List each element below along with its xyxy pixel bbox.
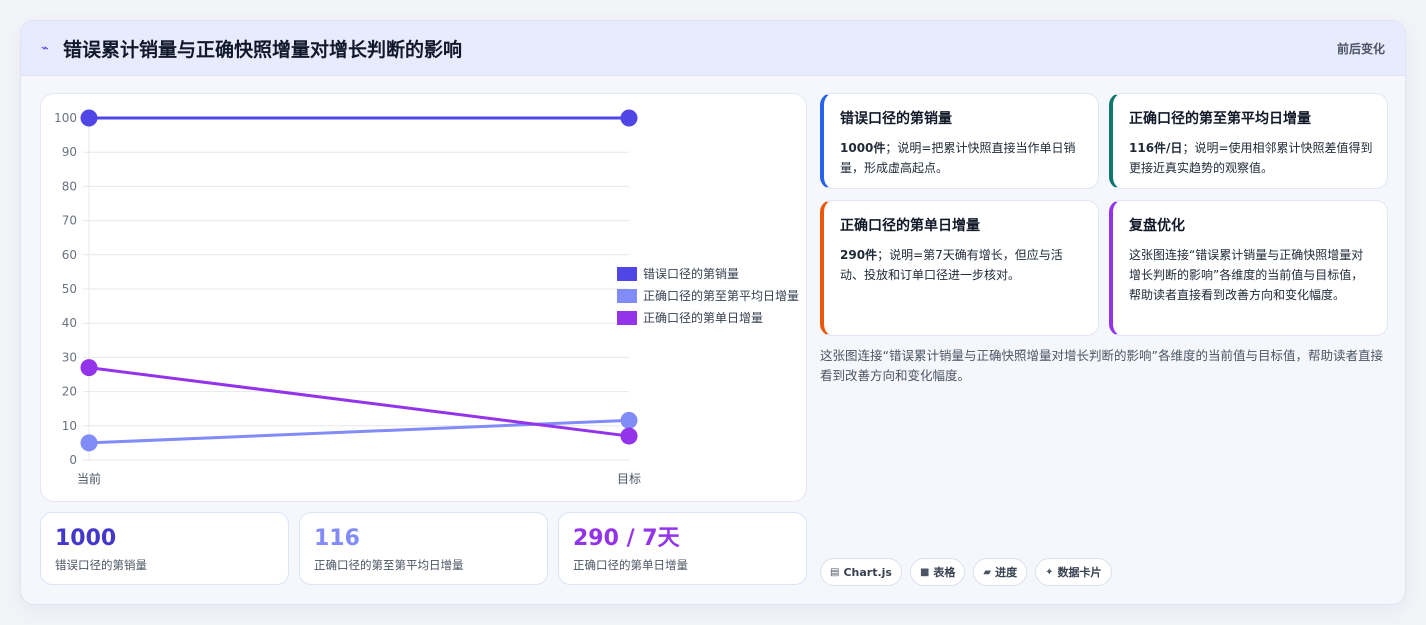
- card-header: ⌁ 错误累计销量与正确快照增量对增长判断的影响 前后变化: [21, 21, 1405, 76]
- y-tick-label: 40: [62, 316, 77, 330]
- stat-card-wrong-sales: 1000 错误口径的第销量: [40, 512, 289, 585]
- y-tick-label: 20: [62, 385, 77, 399]
- info-card-review: 复盘优化 这张图连接“错误累计销量与正确快照增量对增长判断的影响”各维度的当前值…: [1109, 200, 1388, 336]
- info-card-body: 116件/日；说明=使用相邻累计快照差值得到更接近真实趋势的观察值。: [1129, 138, 1373, 178]
- chart-description: 这张图连接“错误累计销量与正确快照增量对增长判断的影响”各维度的当前值与目标值，…: [820, 348, 1383, 383]
- info-card-text: 这张图连接“错误累计销量与正确快照增量对增长判断的影响”各维度的当前值与目标值，…: [1129, 248, 1364, 302]
- y-tick-label: 50: [62, 282, 77, 296]
- y-tick-label: 30: [62, 350, 77, 364]
- tag-chartjs[interactable]: ▤ Chart.js: [820, 558, 902, 586]
- info-card-title: 复盘优化: [1129, 218, 1185, 234]
- dashboard-card: ⌁ 错误累计销量与正确快照增量对增长判断的影响 前后变化 0 10 20 30 40 50…: [20, 20, 1406, 605]
- y-tick-label: 80: [62, 179, 77, 193]
- info-card-single-day: 正确口径的第单日增量 290件；说明=第7天确有增长，但应与活动、投放和订单口径…: [820, 200, 1099, 336]
- stat-value: 1000: [55, 526, 117, 551]
- legend-swatch: [617, 311, 637, 325]
- info-card-title: 错误口径的第销量: [840, 111, 952, 127]
- y-tick-label: 90: [62, 145, 77, 159]
- legend-label: 错误口径的第销量: [643, 266, 739, 281]
- y-tick-label: 0: [69, 453, 77, 467]
- compare-label[interactable]: 前后变化: [1337, 40, 1385, 57]
- info-card-title: 正确口径的第单日增量: [840, 218, 980, 234]
- info-card-body: 这张图连接“错误累计销量与正确快照增量对增长判断的影响”各维度的当前值与目标值，…: [1129, 245, 1373, 305]
- line-chart: 0 10 20 30 40 50 60 70 80 90 100 当前 目标 错误口径的第销量正确口径的第…: [40, 93, 807, 502]
- info-card-body: 1000件；说明=把累计快照直接当作单日销量，形成虚高起点。: [840, 138, 1084, 178]
- page-title: 错误累计销量与正确快照增量对增长判断的影响: [63, 38, 463, 61]
- info-card-strong: 116件/日: [1129, 141, 1183, 155]
- data-point: [620, 427, 638, 445]
- x-tick-label: 当前: [77, 471, 101, 486]
- table-icon: ■: [919, 566, 930, 578]
- legend-swatch: [617, 267, 637, 281]
- stat-label: 正确口径的第至第平均日增量: [314, 558, 464, 572]
- stat-value: 290 / 7天: [573, 526, 680, 551]
- tag-list: ▤ Chart.js ■ 表格 ▰ 进度 ✦ 数据卡片: [820, 558, 1112, 586]
- info-card-body: 290件；说明=第7天确有增长，但应与活动、投放和订单口径进一步核对。: [840, 245, 1084, 285]
- y-tick-label: 10: [62, 419, 77, 433]
- info-card-wrong-sales: 错误口径的第销量 1000件；说明=把累计快照直接当作单日销量，形成虚高起点。: [820, 93, 1099, 189]
- data-point: [620, 411, 638, 429]
- tag-label: Chart.js: [843, 565, 892, 579]
- data-point: [80, 109, 98, 127]
- data-point: [620, 109, 638, 127]
- stat-card-avg-daily: 116 正确口径的第至第平均日增量: [299, 512, 548, 585]
- y-tick-label: 60: [62, 248, 77, 262]
- tag-label: 表格: [933, 566, 956, 579]
- data-point: [80, 434, 98, 452]
- progress-icon: ▰: [983, 566, 992, 578]
- legend-label: 正确口径的第至第平均日增量: [643, 288, 799, 303]
- tag-progress[interactable]: ▰ 进度: [973, 558, 1028, 586]
- tag-data-cards[interactable]: ✦ 数据卡片: [1035, 558, 1112, 586]
- data-point: [80, 359, 98, 377]
- tag-table[interactable]: ■ 表格: [909, 558, 966, 586]
- y-tick-label: 100: [54, 111, 77, 125]
- stat-label: 错误口径的第销量: [55, 558, 147, 572]
- x-tick-label: 目标: [617, 472, 641, 486]
- trend-icon: ⌁: [41, 40, 49, 56]
- stat-card-single-day: 290 / 7天 正确口径的第单日增量: [558, 512, 807, 585]
- line-chart-svg: 0 10 20 30 40 50 60 70 80 90 100 当前 目标 错误口径的第销量正确口径的第…: [54, 109, 799, 486]
- info-card-strong: 1000件: [840, 141, 886, 155]
- y-tick-label: 70: [62, 214, 77, 228]
- chart-icon: ▤: [830, 566, 840, 578]
- stat-value: 116: [314, 526, 360, 551]
- info-card-title: 正确口径的第至第平均日增量: [1129, 111, 1311, 127]
- title-wrap: ⌁ 错误累计销量与正确快照增量对增长判断的影响: [41, 35, 462, 62]
- tag-label: 数据卡片: [1057, 566, 1102, 579]
- info-card-strong: 290件: [840, 248, 878, 262]
- legend-swatch: [617, 289, 637, 303]
- sparkle-icon: ✦: [1045, 566, 1054, 578]
- stat-label: 正确口径的第单日增量: [573, 558, 688, 572]
- legend-label: 正确口径的第单日增量: [643, 310, 763, 325]
- info-card-avg-daily: 正确口径的第至第平均日增量 116件/日；说明=使用相邻累计快照差值得到更接近真…: [1109, 93, 1388, 189]
- series-line: [88, 418, 630, 445]
- tag-label: 进度: [995, 566, 1018, 579]
